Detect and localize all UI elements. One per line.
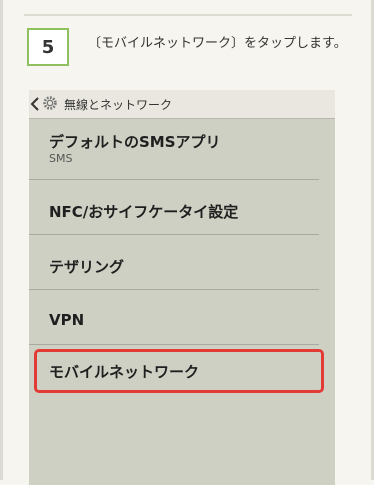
list-item-default-sms-app[interactable]: デフォルトのSMSアプリ SMS — [29, 119, 319, 180]
tap-highlight — [34, 349, 324, 393]
tutorial-page: 5 〔モバイルネットワーク〕をタップします。 無線とネットワーク デフォルトのS… — [0, 0, 374, 485]
settings-header-title: 無線とネットワーク — [64, 98, 173, 112]
list-item-label: デフォルトのSMSアプリ — [49, 133, 221, 151]
back-arrow-icon[interactable] — [30, 97, 40, 111]
list-item-label: テザリング — [49, 258, 125, 276]
list-item-subtitle: SMS — [49, 152, 73, 165]
list-item-label: VPN — [49, 311, 85, 329]
list-item-tethering[interactable]: テザリング — [29, 235, 319, 290]
gear-icon — [43, 96, 57, 110]
list-item-label: NFC/おサイフケータイ設定 — [49, 203, 239, 221]
list-item-vpn[interactable]: VPN — [29, 290, 319, 345]
list-item-nfc-osaifu[interactable]: NFC/おサイフケータイ設定 — [29, 180, 319, 235]
page-left-border — [0, 0, 3, 480]
section-divider — [24, 14, 352, 16]
step-instruction: 〔モバイルネットワーク〕をタップします。 — [88, 36, 347, 51]
phone-screenshot: 無線とネットワーク デフォルトのSMSアプリ SMS NFC/おサイフケータイ設… — [29, 90, 335, 485]
step-number: 5 — [41, 36, 55, 58]
step-number-badge: 5 — [27, 28, 69, 66]
settings-header: 無線とネットワーク — [29, 90, 335, 119]
